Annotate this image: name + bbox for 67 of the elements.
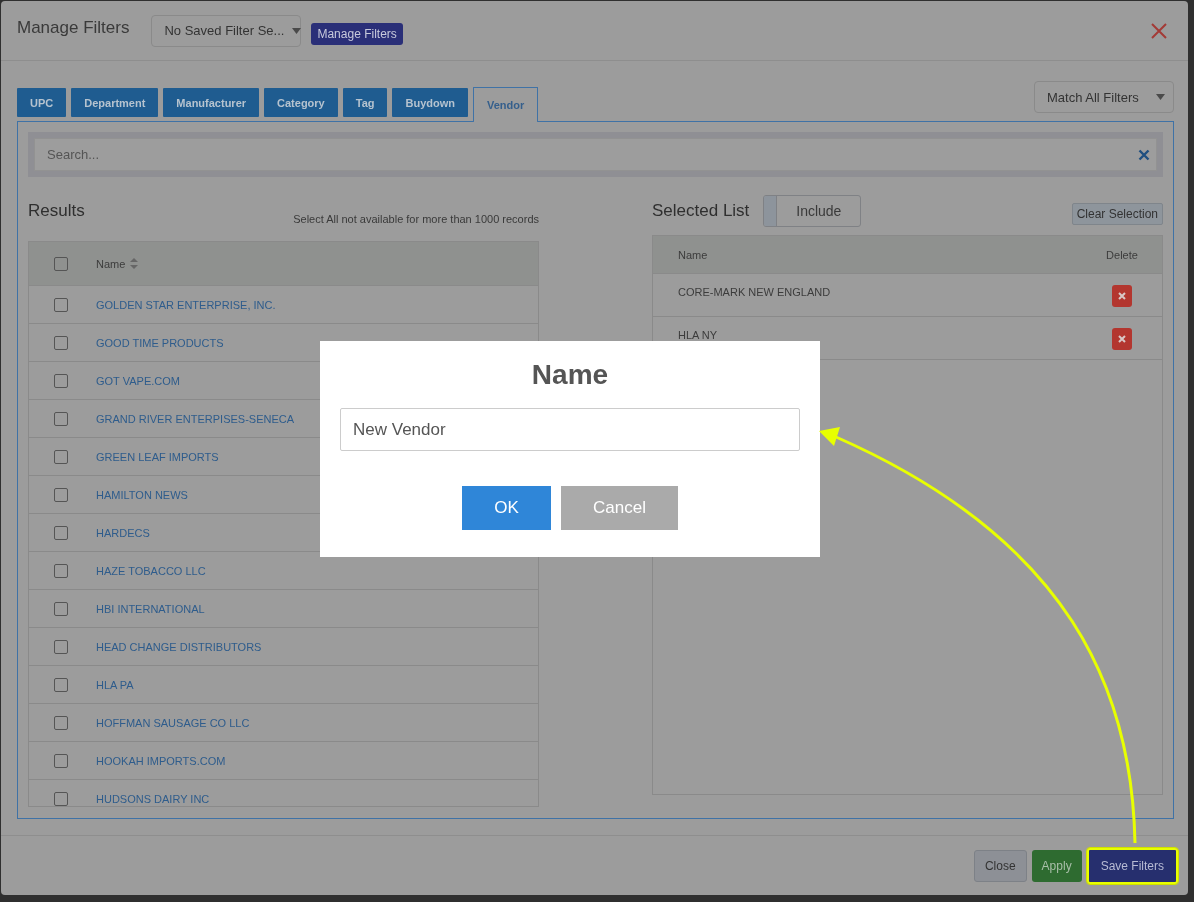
vendor-link[interactable]: GOT VAPE.COM	[96, 374, 180, 387]
vendor-link[interactable]: GREEN LEAF IMPORTS	[96, 450, 219, 463]
filter-tab[interactable]: Department	[71, 88, 159, 117]
vendor-link[interactable]: HOOKAH IMPORTS.COM	[96, 754, 226, 767]
filter-tab[interactable]: Buydown	[392, 88, 468, 117]
clear-search-icon[interactable]	[1138, 148, 1150, 161]
dialog-title: Name	[531, 359, 609, 391]
row-checkbox[interactable]	[54, 753, 68, 768]
caret-icon	[292, 27, 302, 34]
delete-icon	[1118, 335, 1126, 343]
row-checkbox[interactable]	[54, 525, 68, 540]
selected-vendor-name: HLA NY	[677, 329, 719, 341]
dialog-button[interactable]: OK	[462, 486, 551, 530]
select-all-checkbox[interactable]	[54, 256, 68, 271]
vendor-link[interactable]: GRAND RIVER ENTERPISES-SENECA	[96, 412, 295, 425]
column-header: Name	[677, 248, 709, 261]
filter-tab[interactable]: Manufacturer	[163, 88, 260, 117]
footer-button[interactable]: Apply	[1031, 849, 1082, 882]
row-checkbox[interactable]	[54, 677, 68, 692]
saved-filter-select[interactable]: No Saved Filter Se...	[151, 14, 302, 47]
vendor-link[interactable]: HLA PA	[96, 678, 134, 691]
row-checkbox[interactable]	[54, 791, 68, 806]
filter-tab[interactable]: Tag	[342, 88, 388, 117]
vendor-link[interactable]: GOLDEN STAR ENTERPRISE, INC.	[96, 298, 276, 311]
include-toggle[interactable]: Include	[763, 195, 862, 227]
sort-icon[interactable]	[130, 258, 139, 269]
vendor-link[interactable]: HAZE TOBACCO LLC	[96, 564, 206, 577]
vendor-link[interactable]: HOFFMAN SAUSAGE CO LLC	[96, 716, 250, 729]
row-checkbox[interactable]	[54, 335, 68, 350]
row-checkbox[interactable]	[54, 297, 68, 312]
match-filters-select[interactable]: Match All Filters	[1034, 81, 1174, 113]
vendor-link[interactable]: HBI INTERNATIONAL	[96, 602, 205, 615]
delete-button[interactable]	[1112, 285, 1132, 307]
footer-button[interactable]: Save Filters	[1086, 847, 1178, 884]
row-checkbox[interactable]	[54, 373, 68, 388]
dialog-button[interactable]: Cancel	[561, 486, 678, 530]
row-checkbox[interactable]	[54, 411, 68, 426]
search-field[interactable]: Search...	[34, 138, 1157, 171]
row-checkbox[interactable]	[54, 601, 68, 616]
delete-icon	[1118, 292, 1126, 300]
clear-selection-button[interactable]: Clear Selection	[1071, 203, 1163, 225]
filter-tab[interactable]: Category	[264, 88, 338, 117]
row-checkbox[interactable]	[54, 715, 68, 730]
column-header: Delete	[1105, 248, 1139, 261]
row-checkbox[interactable]	[54, 639, 68, 654]
selected-vendor-name: CORE-MARK NEW ENGLAND	[677, 286, 832, 298]
select-all-note: Select All not available for more than 1000 records	[293, 213, 539, 225]
vendor-link[interactable]: HARDECS	[96, 526, 150, 539]
vendor-link[interactable]: GOOD TIME PRODUCTS	[96, 336, 224, 349]
close-icon[interactable]	[1150, 21, 1168, 40]
name-input[interactable]: New Vendor	[340, 408, 800, 451]
vendor-link[interactable]: HAMILTON NEWS	[96, 488, 188, 501]
filter-tab[interactable]: Vendor	[473, 87, 539, 122]
caret-icon	[1156, 94, 1165, 100]
results-heading: Results	[28, 201, 85, 221]
delete-button[interactable]	[1112, 328, 1132, 350]
row-checkbox[interactable]	[54, 563, 68, 578]
footer-button[interactable]: Close	[973, 849, 1027, 882]
vendor-link[interactable]: HEAD CHANGE DISTRIBUTORS	[96, 640, 262, 653]
row-checkbox[interactable]	[54, 449, 68, 464]
row-checkbox[interactable]	[54, 487, 68, 502]
column-header[interactable]: Name	[96, 257, 126, 270]
vendor-link[interactable]: HUDSONS DAIRY INC	[96, 792, 210, 805]
filter-tab[interactable]: UPC	[17, 88, 67, 117]
modal-title: Manage Filters	[17, 17, 130, 38]
selected-list-heading: Selected List	[652, 201, 750, 221]
manage-filters-button[interactable]: Manage Filters	[311, 22, 403, 45]
